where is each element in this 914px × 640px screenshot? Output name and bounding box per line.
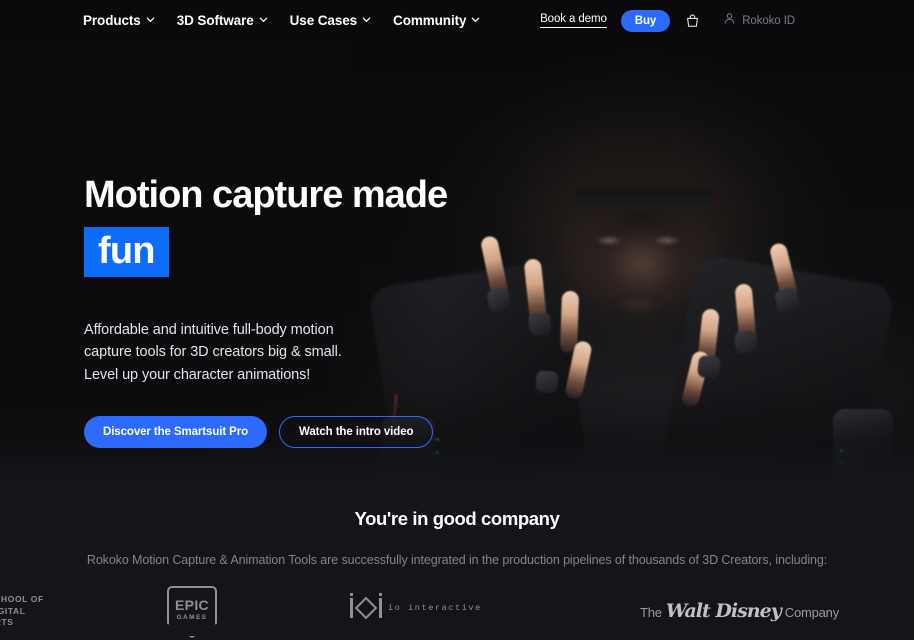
logo-walt-disney-company: The Walt Disney Company [640,600,839,622]
sda-line-3: ARTS [0,617,14,627]
chevron-down-icon [259,15,268,24]
hero-mouth [615,297,663,313]
company-section-subtitle: Rokoko Motion Capture & Animation Tools … [86,553,828,567]
hero-finger-band [696,354,722,380]
nav-actions: Book a demo Buy Rokoko ID [540,9,795,32]
disney-the: The [640,605,662,620]
user-icon [723,12,736,30]
company-section-title: You're in good company [354,508,560,529]
logo-school-of-digital-arts: SCHOOL OF DIGITAL ARTS [0,594,44,629]
primary-nav-menu: Products 3D Software Use Cases Community [83,13,480,28]
discover-smartsuit-pro-button[interactable]: Discover the Smartsuit Pro [84,416,268,449]
hero-content: Motion capture made fun Affordable and i… [84,174,504,449]
hero-subtitle-line-2: capture tools for 3D creators big & smal… [84,344,342,361]
nav-item-products[interactable]: Products [83,13,155,28]
hero-eye-right [654,236,680,245]
hero-finger-band [527,311,553,337]
disney-script-wordmark: Walt Disney [665,600,782,622]
chevron-down-icon [146,15,155,24]
ioi-diamond-icon [350,593,382,620]
ioi-wordmark: io interactive [388,603,482,613]
epic-wordmark: EPIC [175,597,209,613]
hero-title-line: Motion capture made [84,174,448,216]
logo-epic-games: EPIC GAMES [167,586,217,638]
epic-shield-icon: EPIC GAMES [167,586,217,638]
page-root: Products 3D Software Use Cases Community [0,0,914,640]
chevron-down-icon [362,15,371,24]
top-navigation-bar: Products 3D Software Use Cases Community [0,0,914,41]
buy-button[interactable]: Buy [620,9,671,32]
hero-finger-band [734,330,758,354]
hero-title-highlight: fun [84,226,169,277]
nav-item-label: Community [393,13,467,28]
hero-subtitle-line-3: Level up your character animations! [84,366,311,383]
hero-subtitle: Affordable and intuitive full-body motio… [84,319,384,387]
account-label: Rokoko ID [742,14,795,27]
hero-eye-left [596,236,622,245]
nav-item-label: Use Cases [289,13,358,28]
disney-company: Company [784,605,840,620]
sda-line-1: SCHOOL OF [0,594,44,604]
shopping-bag-icon[interactable] [685,13,700,29]
epic-subtext: GAMES [176,614,208,621]
hero-section: Motion capture made fun Affordable and i… [0,41,914,478]
good-company-section: You're in good company Rokoko Motion Cap… [0,478,914,640]
watch-intro-video-button[interactable]: Watch the intro video [279,416,434,449]
hero-cta-group: Discover the Smartsuit Pro Watch the int… [84,416,504,449]
nav-item-use-cases[interactable]: Use Cases [290,13,371,28]
nav-item-label: Products [83,13,141,28]
logo-io-interactive: io interactive [350,593,482,620]
hero-headband [576,189,712,210]
account-link[interactable]: Rokoko ID [723,12,795,30]
book-a-demo-link[interactable]: Book a demo [540,13,607,28]
nav-item-label: 3D Software [176,13,254,28]
nav-item-community[interactable]: Community [393,13,480,28]
chevron-down-icon [471,15,480,24]
nav-item-3d-software[interactable]: 3D Software [177,13,268,28]
hero-subtitle-line-1: Affordable and intuitive full-body motio… [84,321,334,338]
partner-logo-strip: SCHOOL OF DIGITAL ARTS EPIC GAMES io int… [0,584,914,640]
sda-line-2: DIGITAL [0,605,26,616]
